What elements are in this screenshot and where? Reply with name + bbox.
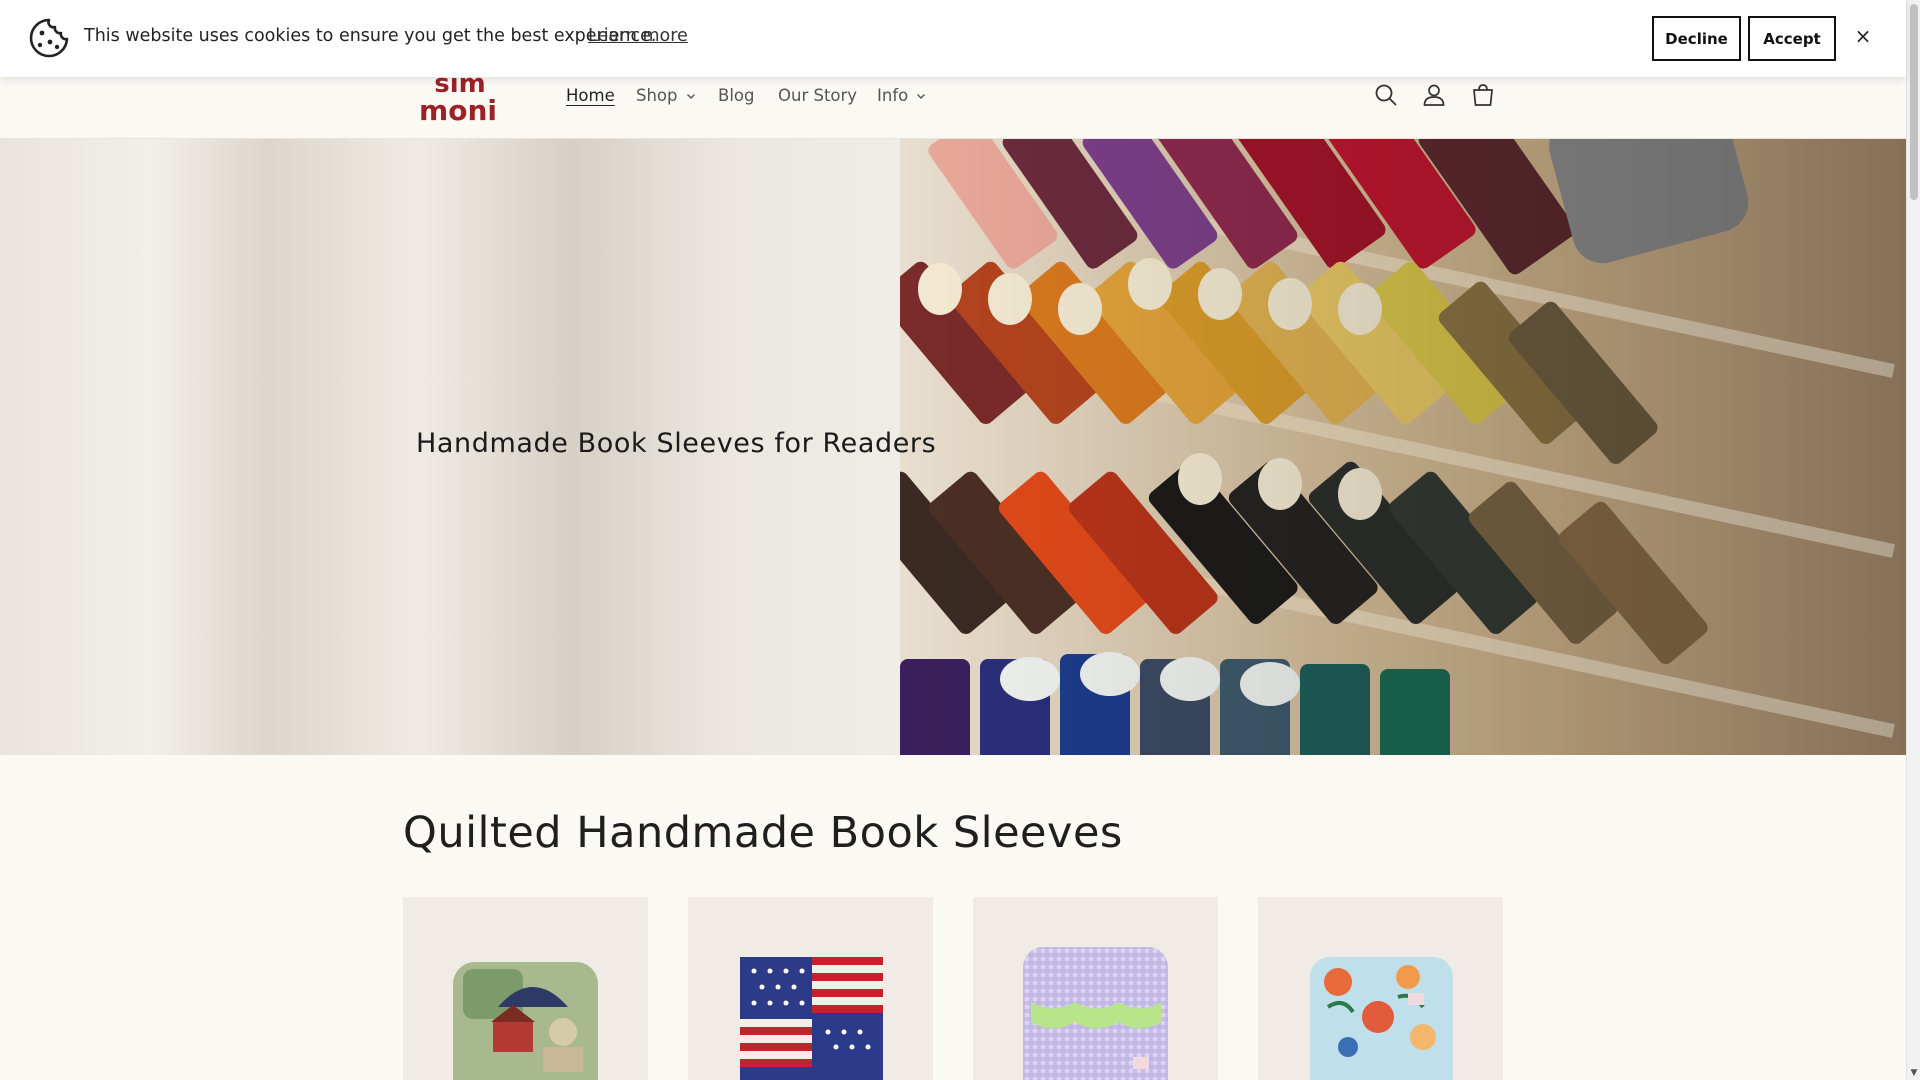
product-card-stars-stripes[interactable]: [688, 897, 933, 1080]
hero-title: Handmade Book Sleeves for Readers: [416, 428, 937, 459]
nav-shop-label: Shop: [636, 86, 678, 105]
simoni-logo[interactable]: sim moni: [420, 68, 500, 128]
product-image: [1023, 947, 1168, 1080]
product-card-floral-birds[interactable]: [1258, 897, 1503, 1080]
learn-more-link[interactable]: Learn more: [588, 26, 688, 46]
nav-our-story[interactable]: Our Story: [778, 86, 857, 105]
cookie-icon: [29, 18, 69, 58]
close-icon[interactable]: ×: [1853, 24, 1873, 48]
nav-info-label: Info: [877, 86, 909, 105]
hero-banner: Handmade Book Sleeves for Readers: [0, 139, 1906, 755]
nav-blog[interactable]: Blog: [718, 86, 754, 105]
product-image: [1310, 957, 1453, 1080]
accept-button[interactable]: Accept: [1748, 16, 1836, 61]
cookie-message: This website uses cookies to ensure you …: [84, 26, 657, 46]
svg-text:moni: moni: [420, 94, 497, 127]
chevron-down-icon: [917, 93, 926, 99]
scroll-down-arrow-icon[interactable]: ▼: [1909, 1068, 1919, 1078]
product-card-patchwork-village[interactable]: [403, 897, 648, 1080]
product-image: [453, 962, 598, 1080]
nav-home-label: Home: [566, 86, 615, 105]
scrollbar-thumb[interactable]: [1910, 4, 1918, 200]
decline-button[interactable]: Decline: [1652, 16, 1741, 61]
page-scrollbar[interactable]: ▼: [1906, 0, 1920, 1080]
chevron-down-icon: [686, 93, 695, 99]
account-icon[interactable]: [1421, 82, 1447, 108]
nav-shop[interactable]: Shop: [636, 86, 696, 105]
cart-icon[interactable]: [1470, 82, 1496, 108]
nav-home[interactable]: Home: [566, 86, 615, 105]
collection-title: Quilted Handmade Book Sleeves: [403, 808, 1123, 858]
cookie-banner: This website uses cookies to ensure you …: [0, 0, 1906, 77]
thread-spools-image: [900, 139, 1906, 755]
product-card-lilac-gingham[interactable]: [973, 897, 1218, 1080]
nav-info[interactable]: Info: [877, 86, 926, 105]
nav-blog-label: Blog: [718, 86, 755, 105]
search-icon[interactable]: [1373, 82, 1399, 108]
nav-our-story-label: Our Story: [778, 86, 858, 105]
product-image: [740, 957, 883, 1080]
